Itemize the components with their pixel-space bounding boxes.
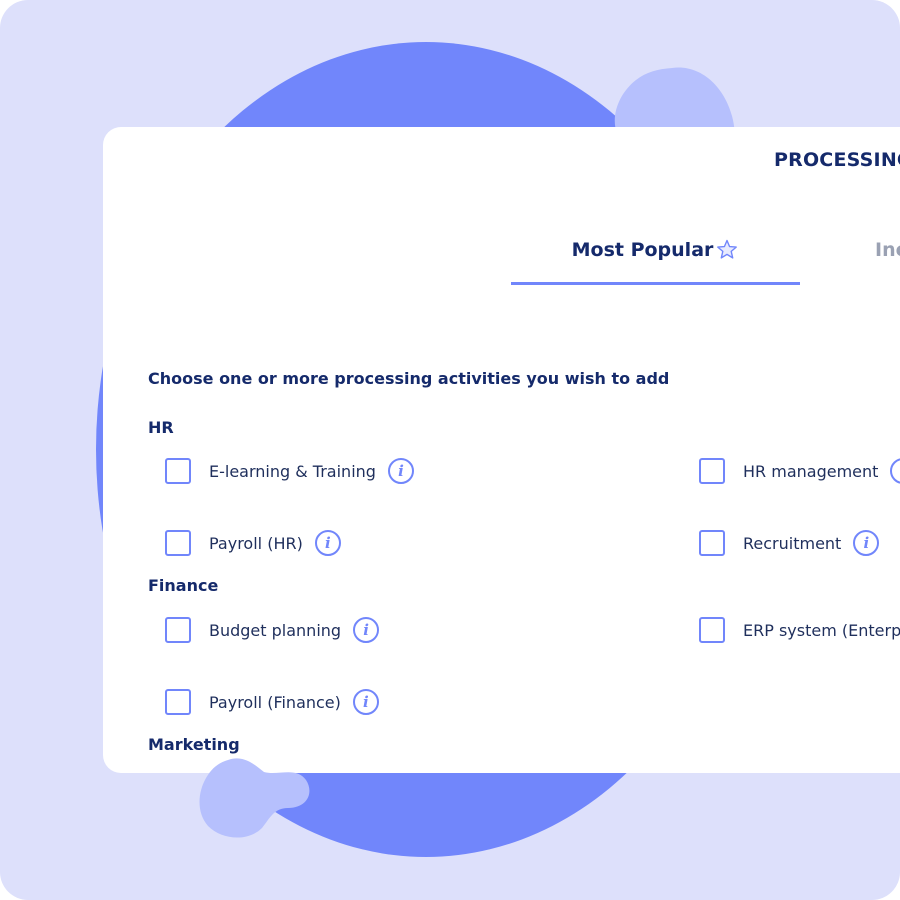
checkbox[interactable] — [699, 458, 725, 484]
checkbox[interactable] — [699, 530, 725, 556]
option-recruitment[interactable]: Recruitment i — [699, 530, 880, 556]
checkbox[interactable] — [165, 617, 191, 643]
option-payroll-finance[interactable]: Payroll (Finance) i — [165, 689, 379, 715]
info-icon[interactable]: i — [387, 458, 414, 484]
option-payroll-hr[interactable]: Payroll (HR) i — [165, 530, 341, 556]
decorative-blob-bottom — [199, 758, 310, 838]
option-label: HR management — [743, 461, 879, 481]
option-hr-management[interactable]: HR management i — [699, 458, 900, 484]
processing-card: PROCESSING Most Popular Inc Choose one o… — [103, 127, 900, 773]
group-title-marketing: Marketing — [148, 735, 240, 754]
info-icon[interactable]: i — [352, 689, 379, 715]
group-title-finance: Finance — [148, 576, 219, 595]
tab-inc-label: Inc — [875, 239, 900, 261]
option-label: Recruitment — [743, 533, 842, 553]
option-e-learning-training[interactable]: E-learning & Training i — [165, 458, 414, 484]
background-panel: PROCESSING Most Popular Inc Choose one o… — [0, 0, 900, 900]
info-icon[interactable]: i — [890, 458, 900, 484]
info-icon[interactable]: i — [853, 530, 880, 556]
option-budget-planning[interactable]: Budget planning i — [165, 617, 380, 643]
option-label: ERP system (Enterp — [743, 620, 900, 640]
card-title: PROCESSING — [774, 149, 900, 171]
option-label: Budget planning — [209, 620, 342, 640]
tab-most-popular-label: Most Popular — [571, 239, 714, 261]
info-icon[interactable]: i — [353, 617, 380, 643]
option-erp-system[interactable]: ERP system (Enterp — [699, 617, 900, 643]
option-label: Payroll (Finance) — [209, 692, 341, 712]
checkbox[interactable] — [699, 617, 725, 643]
star-outline-icon — [717, 239, 738, 259]
checkbox[interactable] — [165, 530, 191, 556]
info-icon[interactable]: i — [314, 530, 341, 556]
instruction-text: Choose one or more processing activities… — [148, 369, 670, 388]
option-label: Payroll (HR) — [209, 533, 303, 553]
tab-most-popular[interactable]: Most Popular — [511, 237, 800, 285]
checkbox[interactable] — [165, 689, 191, 715]
group-title-hr: HR — [148, 418, 174, 437]
tab-inc[interactable]: Inc — [875, 237, 900, 285]
checkbox[interactable] — [165, 458, 191, 484]
option-label: E-learning & Training — [209, 461, 376, 481]
